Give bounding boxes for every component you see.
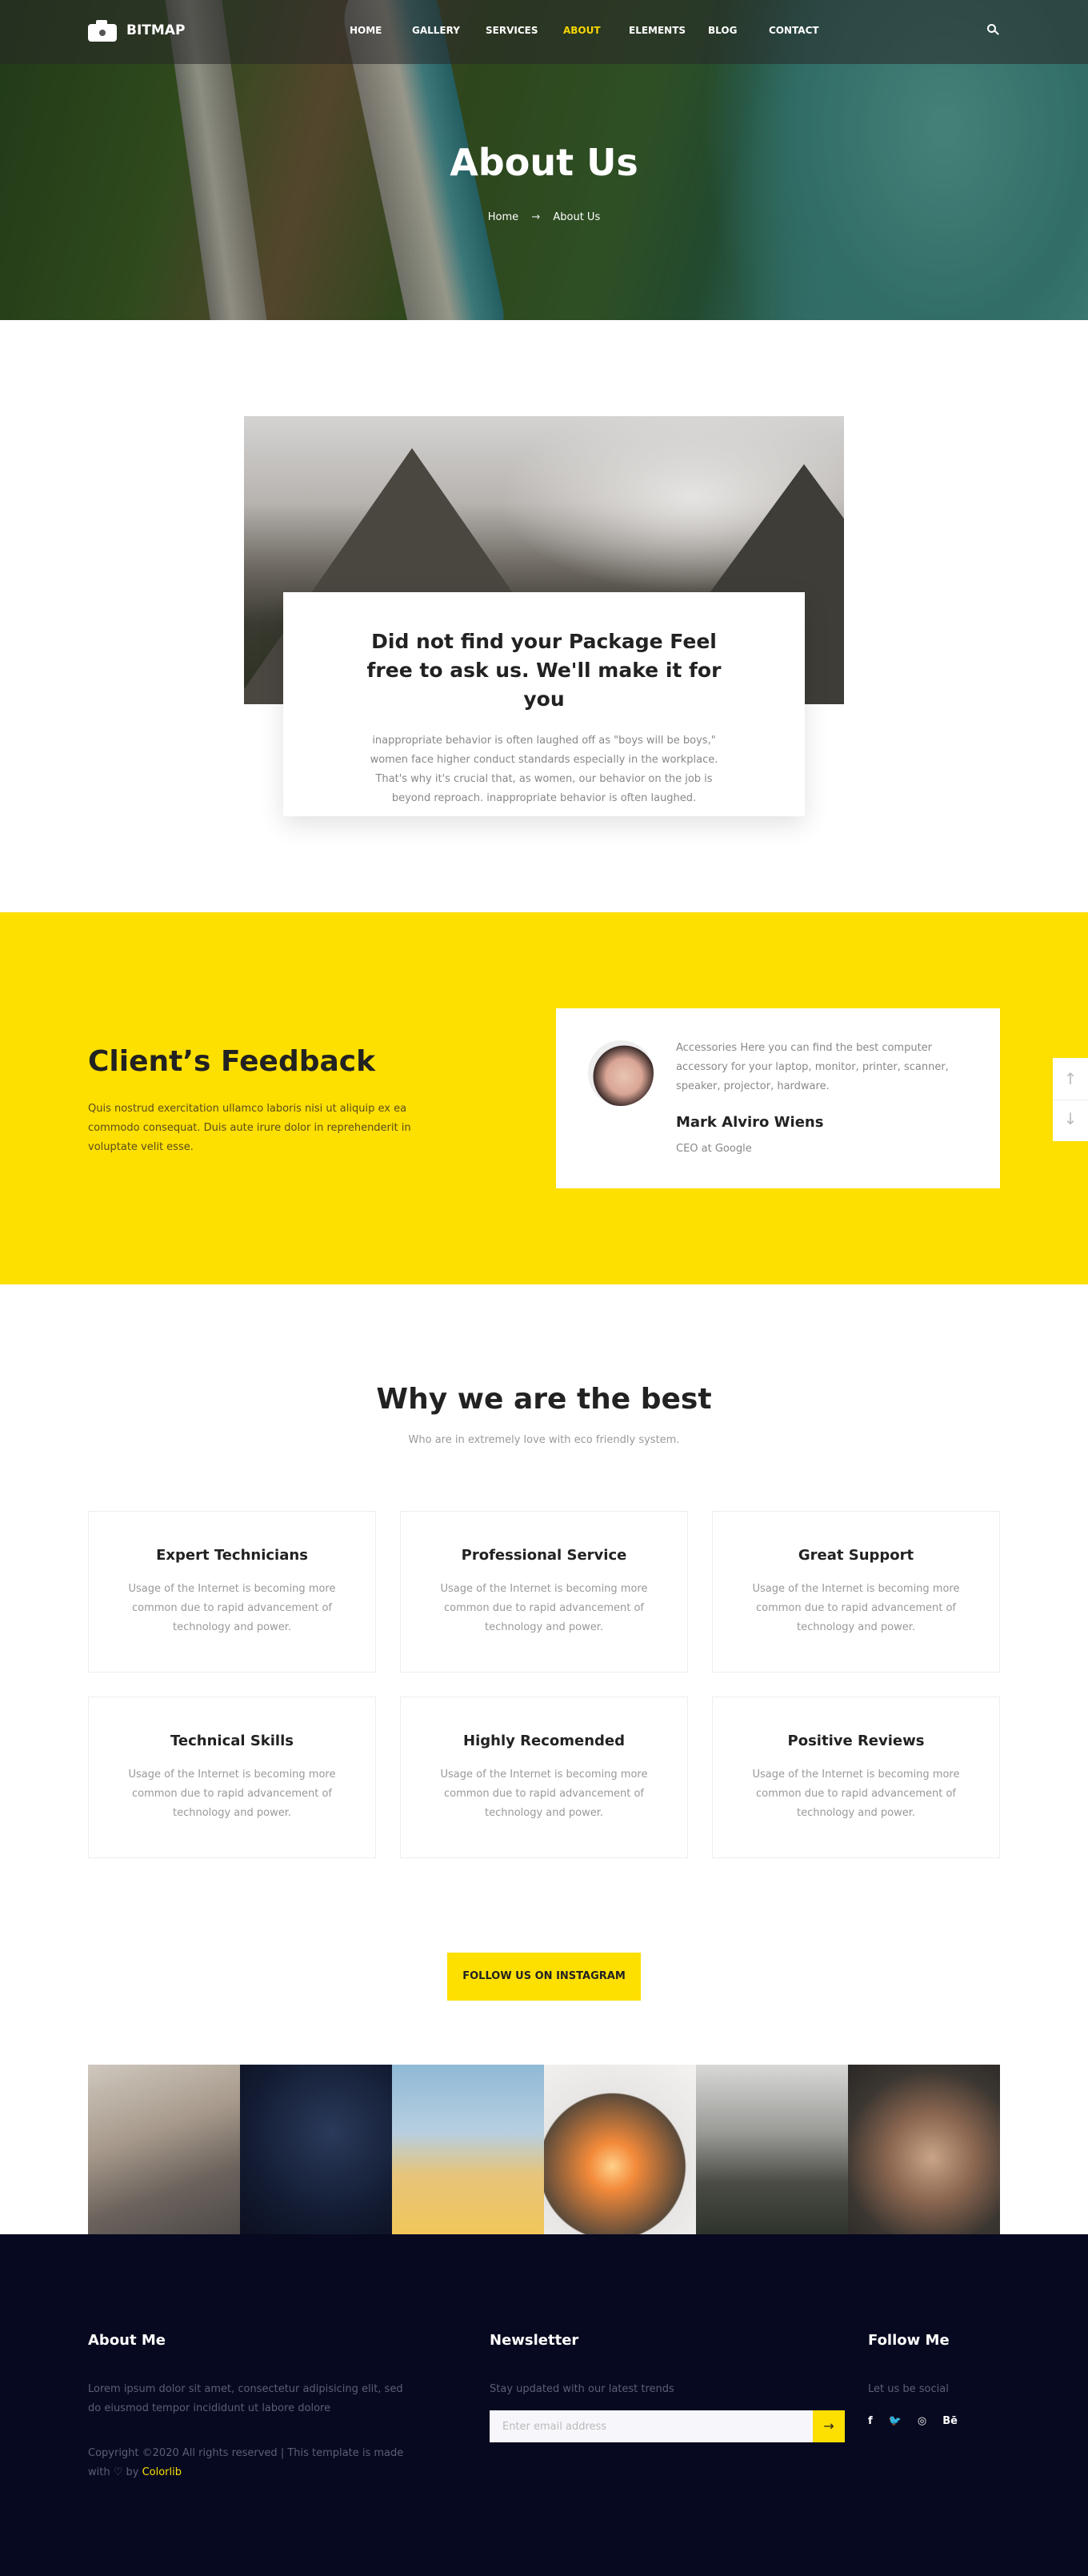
feature-text: Usage of the Internet is becoming more c… bbox=[440, 1769, 648, 1819]
testimonial-name: Mark Alviro Wiens bbox=[676, 1114, 824, 1131]
feature-card: Technical Skills Usage of the Internet i… bbox=[88, 1697, 376, 1858]
gallery-image-woman-sky[interactable] bbox=[392, 2065, 544, 2234]
nav-home[interactable]: HOME bbox=[350, 25, 382, 36]
footer-copyright: Copyright ©2020 All rights reserved | Th… bbox=[88, 2447, 404, 2478]
breadcrumb: Home → About Us bbox=[0, 211, 1088, 223]
dribbble-icon[interactable]: ◎ bbox=[918, 2415, 926, 2427]
feature-title: Great Support bbox=[798, 1547, 914, 1564]
feature-text: Usage of the Internet is becoming more c… bbox=[128, 1769, 336, 1819]
colorlib-link[interactable]: Colorlib bbox=[142, 2466, 182, 2478]
camera-icon bbox=[88, 19, 117, 42]
nav-gallery[interactable]: GALLERY bbox=[412, 25, 460, 36]
feature-title: Positive Reviews bbox=[787, 1733, 925, 1749]
feature-title: Expert Technicians bbox=[156, 1547, 308, 1564]
nav-services[interactable]: SERVICES bbox=[486, 25, 538, 36]
twitter-icon[interactable]: 🐦 bbox=[889, 2415, 902, 2427]
feedback-title: Client’s Feedback bbox=[88, 1045, 376, 1078]
gallery-image-misty-mountain[interactable] bbox=[696, 2065, 848, 2234]
top-navbar: BITMAP HOME GALLERY SERVICES ABOUT ELEME… bbox=[0, 0, 1088, 64]
gallery-image-sunset-man[interactable] bbox=[544, 2065, 696, 2234]
feature-card: Great Support Usage of the Internet is b… bbox=[712, 1511, 1000, 1673]
gallery-image-woman-hat[interactable] bbox=[848, 2065, 1000, 2234]
feature-text: Usage of the Internet is becoming more c… bbox=[128, 1583, 336, 1633]
gallery-image-night-sky[interactable] bbox=[240, 2065, 392, 2234]
follow-instagram-button[interactable]: FOLLOW US ON INSTAGRAM bbox=[447, 1953, 641, 2001]
testimonial-role: CEO at Google bbox=[676, 1143, 752, 1155]
testimonial-card: Accessories Here you can find the best c… bbox=[556, 1008, 1000, 1188]
footer-follow-title: Follow Me bbox=[868, 2332, 950, 2349]
search-icon[interactable] bbox=[987, 24, 1000, 37]
nav-contact[interactable]: CONTACT bbox=[769, 25, 819, 36]
package-text: inappropriate behavior is often laughed … bbox=[370, 735, 718, 804]
gallery-image-laptop[interactable] bbox=[88, 2065, 240, 2234]
behance-icon[interactable]: Bē bbox=[942, 2415, 958, 2427]
email-field[interactable] bbox=[490, 2410, 813, 2442]
client-feedback-section: Client’s Feedback Quis nostrud exercitat… bbox=[0, 912, 1088, 1284]
why-subtitle: Who are in extremely love with eco frien… bbox=[408, 1434, 680, 1446]
nav-elements[interactable]: ELEMENTS bbox=[629, 25, 686, 36]
feature-title: Highly Recomended bbox=[463, 1733, 625, 1749]
feature-title: Technical Skills bbox=[170, 1733, 294, 1749]
breadcrumb-home[interactable]: Home bbox=[488, 211, 518, 223]
nav-about[interactable]: ABOUT bbox=[563, 25, 601, 36]
feature-card: Positive Reviews Usage of the Internet i… bbox=[712, 1697, 1000, 1858]
arrow-down-icon[interactable]: ↓ bbox=[1062, 1103, 1078, 1135]
feature-text: Usage of the Internet is becoming more c… bbox=[752, 1583, 960, 1633]
facebook-icon[interactable]: f bbox=[868, 2415, 873, 2427]
social-links: f 🐦 ◎ Bē bbox=[868, 2415, 958, 2427]
subscribe-arrow-icon[interactable]: → bbox=[813, 2410, 845, 2442]
breadcrumb-current: About Us bbox=[553, 211, 601, 223]
nav-blog[interactable]: BLOG bbox=[708, 25, 737, 36]
footer-newsletter-text: Stay updated with our latest trends bbox=[490, 2383, 674, 2395]
feedback-text: Quis nostrud exercitation ullamco labori… bbox=[88, 1103, 411, 1153]
breadcrumb-separator-icon: → bbox=[531, 211, 541, 223]
arrow-up-icon[interactable]: ↑ bbox=[1062, 1063, 1078, 1095]
feature-text: Usage of the Internet is becoming more c… bbox=[440, 1583, 648, 1633]
instagram-gallery bbox=[88, 2065, 1000, 2234]
feature-card: Professional Service Usage of the Intern… bbox=[400, 1511, 688, 1673]
package-card: Did not find your Package Feel free to a… bbox=[283, 592, 805, 816]
page-title: About Us bbox=[450, 141, 638, 184]
footer-about-text: Lorem ipsum dolor sit amet, consectetur … bbox=[88, 2383, 403, 2414]
hero-banner: BITMAP HOME GALLERY SERVICES ABOUT ELEME… bbox=[0, 0, 1088, 320]
carousel-controls: ↑ ↓ bbox=[1053, 1058, 1088, 1141]
footer-follow-text: Let us be social bbox=[868, 2383, 949, 2395]
footer-newsletter-title: Newsletter bbox=[490, 2332, 579, 2349]
brand-logo[interactable]: BITMAP bbox=[88, 19, 185, 42]
footer: About Me Lorem ipsum dolor sit amet, con… bbox=[0, 2234, 1088, 2576]
package-title: Did not find your Package Feel free to a… bbox=[366, 630, 722, 711]
feature-text: Usage of the Internet is becoming more c… bbox=[752, 1769, 960, 1819]
testimonial-quote: Accessories Here you can find the best c… bbox=[676, 1042, 949, 1092]
avatar bbox=[588, 1040, 654, 1106]
feature-title: Professional Service bbox=[461, 1547, 627, 1564]
feature-card: Expert Technicians Usage of the Internet… bbox=[88, 1511, 376, 1673]
footer-about-title: About Me bbox=[88, 2332, 166, 2349]
feature-card: Highly Recomended Usage of the Internet … bbox=[400, 1697, 688, 1858]
brand-name: BITMAP bbox=[126, 22, 186, 38]
why-title: Why we are the best bbox=[376, 1383, 712, 1416]
